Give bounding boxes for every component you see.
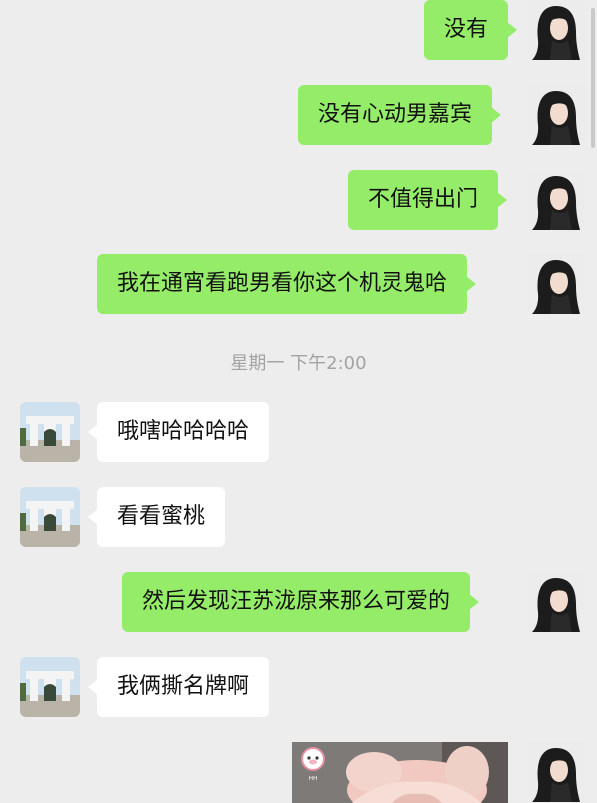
message-bubble[interactable]: 哦嗐哈哈哈哈 — [87, 402, 270, 462]
message-bubble[interactable]: 看看蜜桃 — [87, 487, 226, 547]
sticker-icon: ᴴᴴ — [298, 746, 328, 786]
avatar[interactable] — [20, 487, 80, 547]
message-bubble[interactable]: 不值得出门 — [348, 170, 508, 230]
avatar[interactable] — [526, 170, 586, 230]
message-bubble[interactable]: 我俩撕名牌啊 — [87, 657, 270, 717]
avatar[interactable] — [526, 742, 586, 802]
avatar[interactable] — [526, 572, 586, 632]
avatar[interactable] — [526, 254, 586, 314]
message-bubble[interactable]: 没有心动男嘉宾 — [298, 85, 502, 145]
sticker-text: ᴴᴴ — [308, 776, 318, 786]
avatar[interactable] — [526, 0, 586, 60]
message-bubble[interactable]: 然后发现汪苏泷原来那么可爱的 — [122, 572, 480, 632]
avatar[interactable] — [20, 657, 80, 717]
image-message[interactable]: ᴴᴴ — [292, 742, 508, 803]
avatar[interactable] — [20, 402, 80, 462]
scrollbar[interactable] — [591, 8, 595, 148]
timestamp: 星期一 下午2:00 — [230, 353, 367, 374]
message-bubble[interactable]: 没有 — [424, 0, 518, 60]
avatar[interactable] — [526, 85, 586, 145]
message-bubble[interactable]: 我在通宵看跑男看你这个机灵鬼哈 — [97, 254, 477, 314]
